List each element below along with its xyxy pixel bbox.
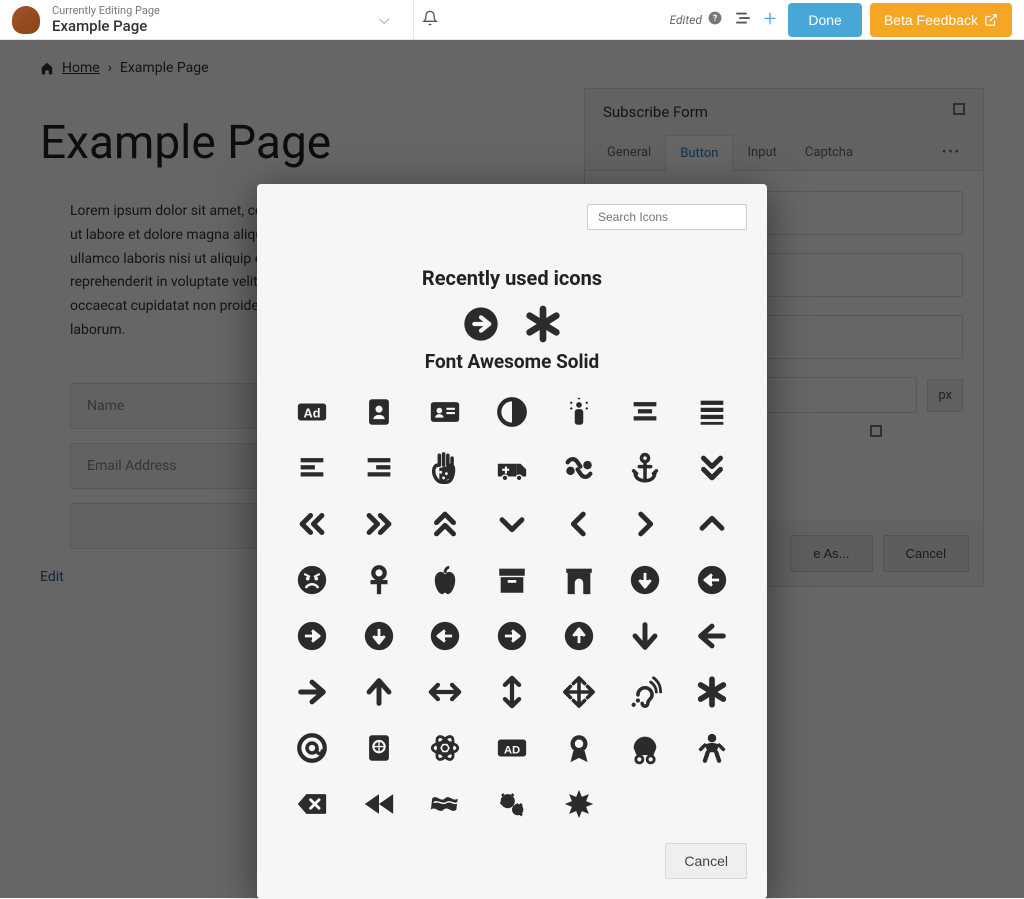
arrow-left-icon[interactable]: [690, 619, 733, 653]
ad-icon[interactable]: Ad: [291, 395, 334, 429]
page-dropdown-icon[interactable]: ⌵: [379, 12, 390, 28]
arrow-alt-circle-down-2-icon[interactable]: [358, 619, 401, 653]
align-left-icon[interactable]: [291, 451, 334, 485]
apple-alt-icon[interactable]: [424, 563, 467, 597]
angle-double-left-icon[interactable]: [291, 507, 334, 541]
align-center-icon[interactable]: [624, 395, 667, 429]
backward-icon[interactable]: [358, 787, 401, 821]
svg-text:AD: AD: [504, 745, 520, 757]
arrow-alt-circle-right-icon[interactable]: [291, 619, 334, 653]
top-bar: Currently Editing Page Example Page ⌵ Ed…: [0, 0, 1024, 40]
address-card-icon[interactable]: [424, 395, 467, 429]
bacteria-icon[interactable]: [491, 787, 534, 821]
search-icons-input[interactable]: [587, 204, 747, 230]
bahai-icon[interactable]: [557, 787, 600, 821]
separator: [413, 0, 414, 40]
audio-description-icon[interactable]: AD: [491, 731, 534, 765]
notifications-icon[interactable]: [422, 10, 438, 30]
award-icon[interactable]: [557, 731, 600, 765]
svg-text:?: ?: [713, 13, 718, 23]
arrow-alt-circle-up-icon[interactable]: [557, 619, 600, 653]
bacon-icon[interactable]: [424, 787, 467, 821]
arrows-alt-icon[interactable]: [557, 675, 600, 709]
baby-icon[interactable]: [690, 731, 733, 765]
assistive-listening-icon[interactable]: [624, 675, 667, 709]
angle-double-up-icon[interactable]: [424, 507, 467, 541]
baby-carriage-icon[interactable]: [624, 731, 667, 765]
arrow-alt-circle-left-icon[interactable]: [690, 563, 733, 597]
angle-double-down-icon[interactable]: [690, 451, 733, 485]
arrow-up-icon[interactable]: [358, 675, 401, 709]
align-right-icon[interactable]: [358, 451, 401, 485]
arrow-alt-circle-left-2-icon[interactable]: [424, 619, 467, 653]
font-awesome-heading: Font Awesome Solid: [277, 350, 747, 373]
arrow-down-icon[interactable]: [624, 619, 667, 653]
modal-cancel-button[interactable]: Cancel: [665, 843, 747, 879]
arrows-alt-h-icon[interactable]: [424, 675, 467, 709]
add-module-icon[interactable]: +: [764, 7, 776, 32]
angle-up-icon[interactable]: [690, 507, 733, 541]
at-icon[interactable]: [291, 731, 334, 765]
angry-icon[interactable]: [291, 563, 334, 597]
asl-interpreting-icon[interactable]: [557, 451, 600, 485]
arrow-alt-circle-right-2-icon[interactable]: [491, 619, 534, 653]
editing-label: Currently Editing Page: [52, 4, 160, 17]
app-logo-icon: [12, 6, 40, 34]
angle-down-icon[interactable]: [491, 507, 534, 541]
asterisk-icon[interactable]: [523, 304, 563, 344]
air-freshener-icon[interactable]: [557, 395, 600, 429]
address-book-icon[interactable]: [358, 395, 401, 429]
angle-right-icon[interactable]: [624, 507, 667, 541]
ambulance-icon[interactable]: [491, 451, 534, 485]
done-button[interactable]: Done: [788, 3, 861, 37]
angle-left-icon[interactable]: [557, 507, 600, 541]
icon-grid: Ad AD: [277, 373, 747, 831]
asterisk-icon[interactable]: [690, 675, 733, 709]
icon-picker-modal: Recently used icons Font Awesome Solid A…: [257, 184, 767, 899]
anchor-icon[interactable]: [624, 451, 667, 485]
angle-double-right-icon[interactable]: [358, 507, 401, 541]
arrow-alt-circle-down-icon[interactable]: [624, 563, 667, 597]
outline-icon[interactable]: [734, 9, 752, 31]
svg-text:Ad: Ad: [304, 406, 321, 421]
atom-icon[interactable]: [424, 731, 467, 765]
arrow-right-icon[interactable]: [291, 675, 334, 709]
beta-feedback-button[interactable]: Beta Feedback: [870, 3, 1012, 37]
backspace-icon[interactable]: [291, 787, 334, 821]
recent-icons-row: [277, 304, 747, 344]
arrow-circle-right-icon[interactable]: [461, 304, 501, 344]
allergies-icon[interactable]: [424, 451, 467, 485]
adjust-icon[interactable]: [491, 395, 534, 429]
edited-label: Edited: [669, 13, 701, 27]
recent-icons-heading: Recently used icons: [277, 230, 747, 290]
align-justify-icon[interactable]: [690, 395, 733, 429]
atlas-icon[interactable]: [358, 731, 401, 765]
current-page-title: Example Page: [52, 17, 160, 35]
ankh-icon[interactable]: [358, 563, 401, 597]
archive-icon[interactable]: [491, 563, 534, 597]
help-icon[interactable]: ?: [708, 11, 722, 29]
archway-icon[interactable]: [557, 563, 600, 597]
arrows-alt-v-icon[interactable]: [491, 675, 534, 709]
